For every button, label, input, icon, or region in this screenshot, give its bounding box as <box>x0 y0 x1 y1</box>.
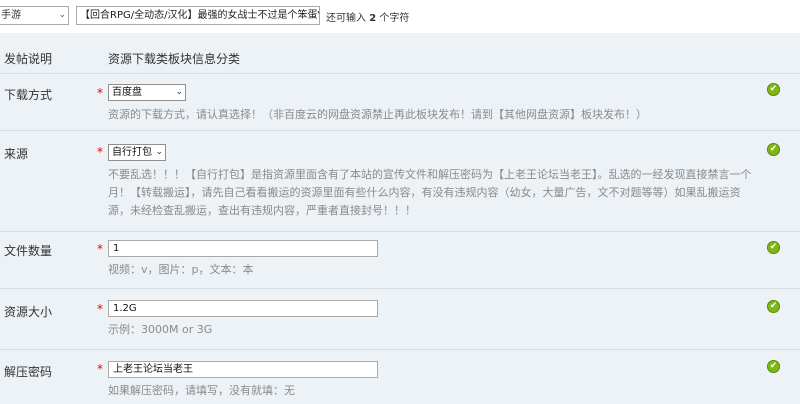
thread-title-input[interactable]: 【回合RPG/全动态/汉化】最强的女战士不过是个笨蛋V1. <box>76 6 320 25</box>
remaining-chars: 还可输入 2 个字符 <box>326 13 410 24</box>
field-hint: 示例：3000M or 3G <box>108 323 213 336</box>
checkmark-circle-icon: ✔ <box>767 143 780 156</box>
field-row-download-method: 下载方式 * 百度盘 ⌄ 资源的下载方式，请认真选择！（非百度云的网盘资源禁止再… <box>0 73 800 130</box>
category-select[interactable]: 手游 ⌄ <box>0 6 69 25</box>
field-hint: 如果解压密码，请填写，没有就填：无 <box>108 384 295 397</box>
field-hint: 不要乱选！！！【自行打包】是指资源里面含有了本站的宣传文件和解压密码为【上老王论… <box>108 168 752 217</box>
field-label: 下载方式 <box>4 88 53 102</box>
checkmark-circle-icon: ✔ <box>767 360 780 373</box>
field-label: 文件数量 <box>4 244 53 258</box>
required-marker: * <box>97 242 103 256</box>
required-marker: * <box>97 86 103 100</box>
extract-password-input[interactable]: 上老王论坛当老王 <box>108 361 378 378</box>
category-heading: 资源下载类板块信息分类 <box>108 52 241 66</box>
post-instructions-heading: 发帖说明 <box>4 52 53 66</box>
chevron-down-icon: ⌄ <box>175 87 183 97</box>
chevron-down-icon: ⌄ <box>155 147 163 157</box>
checkmark-circle-icon: ✔ <box>767 300 780 313</box>
file-count-input[interactable]: 1 <box>108 240 378 257</box>
field-label: 资源大小 <box>4 305 53 319</box>
checkmark-circle-icon: ✔ <box>767 83 780 96</box>
source-select[interactable]: 自行打包 ⌄ <box>108 144 166 161</box>
field-hint: 资源的下载方式，请认真选择！（非百度云的网盘资源禁止再此板块发布！请到【其他网盘… <box>108 108 647 121</box>
remaining-count: 2 <box>369 13 377 24</box>
chevron-down-icon: ⌄ <box>58 10 66 20</box>
post-info-form: 发帖说明 资源下载类板块信息分类 下载方式 * 百度盘 ⌄ 资源的下载方式，请认… <box>0 33 800 404</box>
required-marker: * <box>97 145 103 159</box>
download-method-select[interactable]: 百度盘 ⌄ <box>108 84 186 101</box>
field-row-resource-size: 资源大小 * 1.2G 示例：3000M or 3G ✔ <box>0 288 800 349</box>
category-select-value: 手游 <box>1 10 21 21</box>
field-label: 来源 <box>4 147 29 161</box>
form-header: 发帖说明 资源下载类板块信息分类 <box>0 33 800 73</box>
field-row-source: 来源 * 自行打包 ⌄ 不要乱选！！！【自行打包】是指资源里面含有了本站的宣传文… <box>0 130 800 231</box>
required-marker: * <box>97 302 103 316</box>
resource-size-input[interactable]: 1.2G <box>108 300 378 317</box>
field-row-file-count: 文件数量 * 1 视频：v，图片：p，文本：本 ✔ <box>0 231 800 288</box>
field-label: 解压密码 <box>4 365 53 379</box>
required-marker: * <box>97 362 103 376</box>
field-row-extract-password: 解压密码 * 上老王论坛当老王 如果解压密码，请填写，没有就填：无 ✔ <box>0 349 800 404</box>
field-hint: 视频：v，图片：p，文本：本 <box>108 263 254 276</box>
title-bar: 手游 ⌄ 【回合RPG/全动态/汉化】最强的女战士不过是个笨蛋V1. 还可输入 … <box>0 0 800 33</box>
checkmark-circle-icon: ✔ <box>767 241 780 254</box>
